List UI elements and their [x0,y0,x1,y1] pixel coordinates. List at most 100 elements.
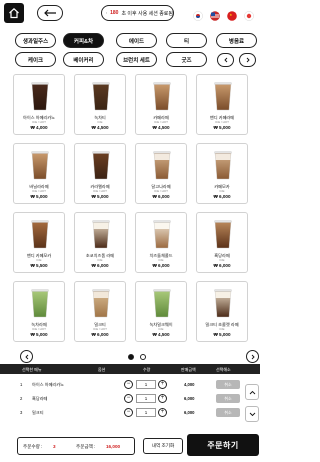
drink-image [212,80,234,111]
menu-item-price: ₩ 6,000 [152,263,170,268]
reset-history-button[interactable]: 내역 조기화 [143,438,183,454]
chevron-right-icon [246,57,250,63]
tab-goods[interactable]: 굿즈 [166,52,207,67]
menu-item-option: ICE / HOT [32,327,46,331]
tab-tea[interactable]: 티 [166,33,207,48]
tab-ade[interactable]: 에이드 [116,33,157,48]
svg-text:★: ★ [229,13,232,17]
page-dot-active[interactable] [128,354,134,360]
page-dot[interactable] [140,354,146,360]
drink-image [29,149,51,180]
order-qty-value: 3 [53,444,56,449]
cancel-item-button[interactable]: 취소 [216,380,240,389]
menu-card[interactable]: 초코치즈폼 라떼 ICE ₩ 6,000 [74,212,126,273]
menu-card[interactable]: 밀크티 초콜렛 라떼 ICE ₩ 5,000 [196,281,248,342]
order-item-name: 밀크티 [32,410,44,415]
menu-card[interactable]: 치즈돌체콜드 ICE ₩ 6,000 [135,212,187,273]
order-table-header: 선택한 메뉴 옵션 수량 판매금액 선택해소 [0,364,260,374]
chevron-down-icon [249,412,255,416]
menu-card[interactable]: 카페라떼 ICE / HOT ₩ 4,500 [135,74,187,135]
tab-fresh-juice[interactable]: 생과일주스 [15,33,56,48]
order-amount: 6,000 [184,396,195,401]
scroll-up-button[interactable] [245,384,259,400]
menu-item-option: ICE [219,189,225,193]
category-next-button[interactable] [239,53,256,67]
korea-flag-icon[interactable] [193,8,203,21]
quantity-stepper: − 1 + [124,394,170,404]
back-arrow-icon [44,9,56,17]
category-prev-button[interactable] [217,53,234,67]
menu-item-option: ICE / HOT [154,189,168,193]
quantity-stepper: − 1 + [124,380,170,390]
order-index: 2 [20,396,23,401]
quantity-value: 1 [136,408,156,417]
back-button[interactable] [37,5,63,21]
menu-card[interactable]: 아이스 아메리카노 ICE / HOT ₩ 4,000 [13,74,65,135]
order-total-label: 주문금액 : [76,444,96,449]
menu-card[interactable]: 밴디 카페라떼 ICE / HOT ₩ 5,000 [196,74,248,135]
menu-item-price: ₩ 5,000 [91,194,109,199]
menu-item-price: ₩ 6,000 [91,332,109,337]
menu-item-option: ICE [158,327,164,331]
china-flag-icon[interactable]: ★ [227,8,237,21]
drink-image [90,149,112,180]
decrease-button[interactable]: − [124,380,133,389]
menu-item-price: ₩ 5,000 [213,125,231,130]
quantity-value: 1 [136,394,156,403]
tab-brunch-set[interactable]: 브런치 세트 [116,52,157,67]
menu-card[interactable]: 달고나라떼 ICE / HOT ₩ 6,000 [135,143,187,204]
menu-item-option: ICE / HOT [93,189,107,193]
drink-image [29,218,51,249]
menu-item-price: ₩ 5,000 [213,332,231,337]
menu-item-option: ICE / HOT [215,120,229,124]
tab-bakery[interactable]: 베이커리 [63,52,104,67]
menu-card[interactable]: 밀크티 ICE / HOT ₩ 6,000 [74,281,126,342]
quantity-stepper: − 1 + [124,408,170,418]
menu-item-option: ICE [219,258,225,262]
menu-card[interactable]: 카라멜라떼 ICE / HOT ₩ 5,000 [74,143,126,204]
menu-card[interactable]: 밴디 카페모카 ICE ₩ 5,500 [13,212,65,273]
page-prev-button[interactable] [20,350,33,363]
home-icon [9,7,19,19]
menu-card[interactable]: 바닐라라떼 ICE / HOT ₩ 5,000 [13,143,65,204]
increase-button[interactable]: + [158,394,167,403]
category-tabs: 생과일주스 커피&차 에이드 티 병음료 케이크 베이커리 브런치 세트 굿즈 [0,30,260,70]
chevron-left-icon [24,354,28,359]
menu-item-price: ₩ 4,500 [152,332,170,337]
scroll-down-button[interactable] [245,406,259,422]
menu-card[interactable]: 녹차밀크웨이 ICE ₩ 4,500 [135,281,187,342]
place-order-button[interactable]: 주문하기 [187,434,259,456]
menu-grid: 아이스 아메리카노 ICE / HOT ₩ 4,000 녹차티 ICE ₩ 4,500 … [13,74,248,346]
increase-button[interactable]: + [158,380,167,389]
decrease-button[interactable]: − [124,408,133,417]
increase-button[interactable]: + [158,408,167,417]
home-button[interactable] [4,3,24,23]
page-next-button[interactable] [246,350,259,363]
menu-item-option: ICE [97,258,103,262]
menu-card[interactable]: 흑당라떼 ICE ₩ 6,000 [196,212,248,273]
menu-card[interactable]: 녹차티 ICE ₩ 4,500 [74,74,126,135]
order-row: 3 밀크티 − 1 + 6,000 취소 [0,406,240,420]
order-item-name: 흑당라떼 [32,396,48,401]
drink-image [151,218,173,249]
session-timer: 180 초 이후 사용 세션 종료됨 [101,5,174,21]
tab-bottled-drinks[interactable]: 병음료 [216,33,257,48]
japan-flag-icon[interactable] [244,8,254,21]
cancel-item-button[interactable]: 취소 [216,394,240,403]
menu-card[interactable]: 녹차라떼 ICE / HOT ₩ 5,000 [13,281,65,342]
menu-card[interactable]: 카페모카 ICE ₩ 6,000 [196,143,248,204]
order-qty-label: 주문수량 : [23,444,43,449]
usa-flag-icon[interactable] [210,8,220,21]
tab-coffee-tea[interactable]: 커피&차 [63,33,104,48]
cancel-item-button[interactable]: 취소 [216,408,240,417]
tab-cake[interactable]: 케이크 [15,52,56,67]
menu-item-price: ₩ 6,000 [152,194,170,199]
order-row: 2 흑당라떼 − 1 + 6,000 취소 [0,392,240,406]
drink-image [90,218,112,249]
clock-icon [106,12,108,14]
header-amount: 판매금액 [181,367,196,372]
order-amount: 4,000 [184,382,195,387]
decrease-button[interactable]: − [124,394,133,403]
menu-item-price: ₩ 4,500 [91,125,109,130]
order-total-value: 16,000 [106,444,121,449]
